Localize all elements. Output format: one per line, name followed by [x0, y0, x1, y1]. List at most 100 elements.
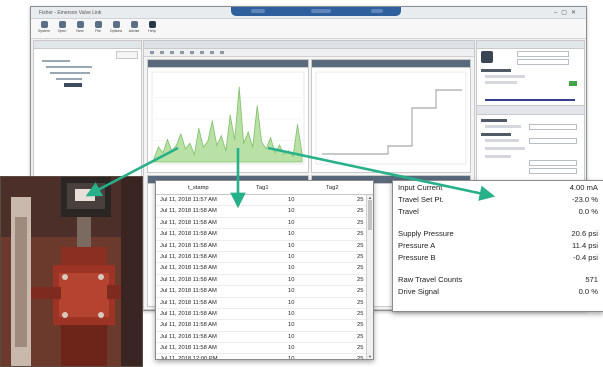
table-cell: 25 [357, 253, 364, 260]
table-cell: Jul 11, 2018 11:58 AM [160, 253, 217, 260]
table-row[interactable]: Jul 11, 2018 11:58 AM 10 25 [156, 218, 366, 230]
tree-node[interactable] [42, 60, 70, 62]
column-header-tag1[interactable]: Tag1 [256, 185, 269, 191]
table-row[interactable]: Jul 11, 2018 11:58 AM 10 25 [156, 206, 366, 218]
chart-toolbar-buttons[interactable] [150, 51, 230, 54]
table-cell: 10 [288, 265, 295, 272]
trend-data-point [153, 157, 155, 159]
table-cell: 10 [288, 242, 295, 249]
table-row[interactable]: Jul 11, 2018 11:58 AM 10 25 [156, 309, 366, 321]
title-tab[interactable] [311, 9, 331, 13]
ribbon-label: Help [148, 29, 156, 33]
ribbon-button-file[interactable]: File [91, 21, 105, 33]
chart-toolbar [144, 49, 474, 57]
value-row: Pressure B -0.4 psi [398, 253, 598, 265]
value-row: Travel Set Pt. -23.0 % [398, 195, 598, 207]
ribbon-label: New [76, 29, 84, 33]
history-table: t_stamp Tag1 Tag2 Jul 11, 2018 11:57 AM 1… [155, 180, 374, 360]
trend-data-point [238, 86, 240, 88]
ribbon-label: Advise [128, 29, 140, 33]
value-reading: -0.4 psi [573, 253, 598, 262]
property-row [485, 155, 511, 158]
tree-node[interactable] [50, 72, 90, 74]
table-cell: Jul 11, 2018 11:58 AM [160, 322, 217, 329]
value-row: Raw Travel Counts 571 [398, 275, 598, 287]
table-cell: 25 [357, 345, 364, 352]
ribbon-button-open[interactable]: Open [55, 21, 69, 33]
explorer-panel-header [34, 41, 141, 49]
ribbon-label: File [95, 29, 101, 33]
title-tab[interactable] [251, 9, 265, 13]
value-row: Supply Pressure 20.6 psi [398, 229, 598, 241]
column-header-tag2[interactable]: Tag2 [326, 185, 339, 191]
title-bar-tabs [231, 7, 401, 16]
window-controls[interactable]: –▢✕ [554, 9, 580, 16]
table-row[interactable]: Jul 11, 2018 11:58 AM 10 25 [156, 252, 366, 264]
ribbon-button-advise[interactable]: Advise [127, 21, 141, 33]
workspace-tab[interactable] [144, 41, 474, 49]
table-row[interactable]: Jul 11, 2018 11:58 AM 10 25 [156, 275, 366, 287]
open-icon [58, 21, 66, 28]
ribbon-button-options[interactable]: Options [109, 21, 123, 33]
table-row[interactable]: Jul 11, 2018 11:58 AM 10 25 [156, 298, 366, 309]
column-header-t-stamp[interactable]: t_stamp [188, 185, 209, 191]
property-row [485, 147, 525, 150]
properties-panel-header [477, 41, 584, 49]
property-field[interactable] [529, 160, 577, 166]
scrollbar-thumb[interactable] [368, 200, 372, 230]
ribbon-label: Open [57, 29, 67, 33]
table-cell: Jul 11, 2018 12:00 PM [160, 356, 218, 360]
properties-tab-strip[interactable] [477, 105, 584, 115]
tree-node[interactable] [56, 78, 82, 80]
tree-node-selected[interactable] [64, 83, 82, 87]
tree-node[interactable] [46, 66, 92, 68]
section-header [481, 133, 511, 136]
value-row: Travel 0.0 % [398, 207, 598, 219]
value-label: Pressure B [398, 253, 436, 262]
title-bar: Fisher - Emerson Valve Link –▢✕ [31, 7, 586, 19]
table-cell: 25 [357, 310, 364, 317]
device-icon [481, 51, 493, 63]
property-field[interactable] [529, 138, 577, 144]
property-field[interactable] [517, 59, 569, 65]
table-scrollbar[interactable]: ▲ ▼ [366, 195, 373, 359]
table-row[interactable]: Jul 11, 2018 11:58 AM 10 25 [156, 286, 366, 298]
valve-photo-image [1, 177, 142, 366]
scroll-down-arrow-icon[interactable]: ▼ [367, 354, 373, 359]
new-icon [76, 21, 84, 28]
table-cell: Jul 11, 2018 11:58 AM [160, 265, 217, 272]
property-field[interactable] [517, 51, 569, 57]
table-row[interactable]: Jul 11, 2018 11:58 AM 10 25 [156, 263, 366, 275]
table-row[interactable]: Jul 11, 2018 11:58 AM 10 25 [156, 332, 366, 344]
ribbon-label: Options [109, 29, 123, 33]
trend-data-point [189, 142, 191, 144]
table-row[interactable]: Jul 11, 2018 11:58 AM 10 25 [156, 241, 366, 252]
table-cell: Jul 11, 2018 11:58 AM [160, 333, 217, 340]
trend-data-point [301, 152, 303, 154]
table-cell: Jul 11, 2018 11:58 AM [160, 242, 217, 249]
table-cell: 10 [288, 276, 295, 283]
table-row[interactable]: Jul 11, 2018 11:58 AM 10 25 [156, 343, 366, 355]
ribbon-button-help[interactable]: Help [145, 21, 159, 33]
title-tab[interactable] [371, 9, 383, 13]
trend-data-point [279, 144, 281, 146]
trend-data-point [216, 144, 218, 146]
ribbon-toolbar: System Open New File Options Advise Help [31, 19, 586, 39]
table-row[interactable]: Jul 11, 2018 12:00 PM 10 25 [156, 354, 366, 360]
property-field[interactable] [529, 124, 577, 130]
ribbon-button-system[interactable]: System [37, 21, 51, 33]
table-row[interactable]: Jul 11, 2018 11:57 AM 10 25 [156, 195, 366, 207]
explorer-search-box[interactable] [116, 51, 138, 59]
trend-data-point [175, 144, 177, 146]
trend-data-point [292, 155, 294, 157]
trend-data-point [180, 133, 182, 135]
table-cell: Jul 11, 2018 11:58 AM [160, 288, 217, 295]
value-label: Drive Signal [398, 287, 439, 296]
trend-data-point [167, 139, 168, 141]
table-row[interactable]: Jul 11, 2018 11:58 AM 10 25 [156, 320, 366, 332]
property-field[interactable] [529, 168, 577, 174]
table-header: t_stamp Tag1 Tag2 [156, 181, 373, 195]
ribbon-button-new[interactable]: New [73, 21, 87, 33]
table-row[interactable]: Jul 11, 2018 11:58 AM 10 25 [156, 229, 366, 241]
trend-data-point [193, 154, 195, 155]
